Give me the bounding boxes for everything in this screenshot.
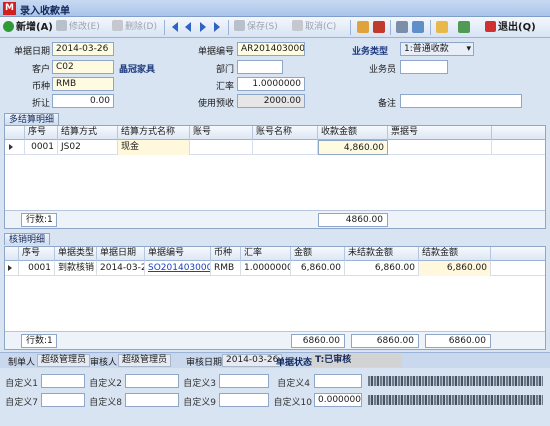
doc-no-field[interactable]: AR2014030003 bbox=[237, 42, 305, 56]
exit-icon bbox=[485, 21, 496, 32]
rate-field[interactable]: 1.0000000 bbox=[237, 77, 305, 91]
maker-label: 制单人 bbox=[8, 358, 36, 368]
window-title: 录入收款单 bbox=[20, 6, 70, 17]
help-icon[interactable] bbox=[458, 21, 470, 33]
edit-icon bbox=[56, 20, 67, 31]
custom9-field[interactable] bbox=[219, 393, 269, 407]
writeoff-total-unsettled: 6860.00 bbox=[351, 334, 419, 348]
writeoff-total-settled: 6860.00 bbox=[425, 334, 491, 348]
settle-row-count: 行数:1 bbox=[21, 213, 57, 227]
remark-label: 备注 bbox=[377, 99, 396, 109]
customer-label: 客户 bbox=[31, 65, 50, 75]
currency-label: 币种 bbox=[31, 82, 50, 92]
tab-writeoff[interactable]: 核销明细 bbox=[4, 233, 51, 245]
customer-name: 晶冠家具 bbox=[119, 65, 156, 75]
print-icon[interactable] bbox=[396, 21, 408, 33]
biz-type-select[interactable]: 1:普通收款 ▾ bbox=[400, 42, 474, 56]
folder-icon[interactable] bbox=[357, 21, 369, 33]
cancel-icon bbox=[292, 20, 303, 31]
source-doc-link[interactable]: SO2014030004 bbox=[148, 263, 210, 273]
row-pointer-icon bbox=[8, 265, 12, 271]
maker-value: 超级管理员 bbox=[37, 354, 91, 367]
chevron-down-icon: ▾ bbox=[466, 44, 471, 54]
discount-field[interactable]: 0.00 bbox=[52, 94, 114, 108]
prepay-field: 2000.00 bbox=[237, 94, 305, 108]
prev-icon[interactable] bbox=[185, 22, 191, 32]
writeoff-footer: 行数:1 6860.00 6860.00 6860.00 bbox=[5, 331, 545, 349]
next-icon[interactable] bbox=[200, 22, 206, 32]
dept-label: 部门 bbox=[215, 65, 234, 75]
writeoff-row-count: 行数:1 bbox=[21, 334, 57, 348]
table-row[interactable]: 0001 到款核销 2014-03-26 SO2014030004 RMB 1.… bbox=[5, 261, 545, 276]
doc-no-label: 单据编号 bbox=[197, 47, 234, 57]
dept-field[interactable] bbox=[237, 60, 283, 74]
writeoff-grid: 序号 单据类型 单据日期 单据编号 币种 汇率 金额 未结款金额 结款金额 00… bbox=[4, 246, 546, 350]
blurred-field bbox=[368, 395, 543, 405]
first-icon[interactable] bbox=[172, 22, 178, 32]
toolbar: 新增(A) 修改(E) 删除(D) 保存(S) 取消(C) 退出(Q) bbox=[0, 17, 550, 38]
rate-label: 汇率 bbox=[215, 82, 234, 92]
preview-icon[interactable] bbox=[412, 21, 424, 33]
custom1-field[interactable] bbox=[41, 374, 85, 388]
remark-field[interactable] bbox=[400, 94, 522, 108]
status-bar: 制单人 超级管理员 审核人 超级管理员 审核日期 2014-03-26 单据状态… bbox=[0, 352, 550, 368]
new-button[interactable]: 新增(A) bbox=[3, 20, 53, 35]
audit-date-value: 2014-03-26 bbox=[222, 354, 283, 367]
salesman-field[interactable] bbox=[400, 60, 448, 74]
row-pointer-icon bbox=[9, 144, 13, 150]
custom2-field[interactable] bbox=[125, 374, 179, 388]
settle-total: 4860.00 bbox=[318, 213, 388, 227]
report-icon[interactable] bbox=[373, 21, 385, 33]
delete-button[interactable]: 删除(D) bbox=[112, 20, 157, 35]
export-icon[interactable] bbox=[436, 21, 448, 33]
custom3-field[interactable] bbox=[219, 374, 269, 388]
amount-cell[interactable]: 4,860.00 bbox=[318, 140, 388, 155]
auditor-label: 审核人 bbox=[90, 358, 118, 368]
settled-amount-cell[interactable]: 6,860.00 bbox=[419, 261, 491, 276]
exit-button[interactable]: 退出(Q) bbox=[485, 20, 536, 35]
state-label: 单据状态 bbox=[276, 358, 313, 368]
discount-label: 折让 bbox=[31, 99, 50, 109]
prepay-label: 使用预收 bbox=[197, 99, 234, 109]
table-row[interactable]: 0001 JS02 现金 4,860.00 bbox=[5, 140, 545, 155]
customer-field[interactable]: C02 bbox=[52, 60, 114, 74]
audit-date-label: 审核日期 bbox=[186, 358, 223, 368]
custom8-field[interactable] bbox=[125, 393, 179, 407]
currency-field[interactable]: RMB bbox=[52, 77, 114, 91]
settle-footer: 行数:1 4860.00 bbox=[5, 210, 545, 228]
biz-type-label: 业务类型 bbox=[352, 47, 389, 57]
modify-button[interactable]: 修改(E) bbox=[56, 20, 100, 35]
title-bar: M 录入收款单 bbox=[0, 0, 550, 17]
add-icon bbox=[3, 21, 14, 32]
last-icon[interactable] bbox=[214, 22, 220, 32]
settle-grid: 序号 结算方式 结算方式名称 账号 账号名称 收款金额 票据号 0001 JS0… bbox=[4, 125, 546, 229]
delete-icon bbox=[112, 20, 123, 31]
doc-date-label: 单据日期 bbox=[13, 47, 50, 57]
tab-settle[interactable]: 多结算明细 bbox=[4, 113, 60, 125]
custom4-field[interactable] bbox=[314, 374, 362, 388]
custom7-field[interactable] bbox=[41, 393, 85, 407]
cancel-button[interactable]: 取消(C) bbox=[292, 20, 336, 35]
salesman-label: 业务员 bbox=[368, 65, 396, 75]
status-badge: T:已审核 bbox=[312, 354, 402, 367]
save-button[interactable]: 保存(S) bbox=[234, 20, 278, 35]
auditor-value: 超级管理员 bbox=[118, 354, 172, 367]
settle-grid-header: 序号 结算方式 结算方式名称 账号 账号名称 收款金额 票据号 bbox=[5, 126, 545, 140]
custom10-field[interactable]: 0.000000 bbox=[314, 393, 362, 407]
blurred-field bbox=[368, 376, 543, 386]
doc-date-field[interactable]: 2014-03-26 bbox=[52, 42, 114, 56]
writeoff-total-amount: 6860.00 bbox=[291, 334, 345, 348]
writeoff-grid-header: 序号 单据类型 单据日期 单据编号 币种 汇率 金额 未结款金额 结款金额 bbox=[5, 247, 545, 261]
save-icon bbox=[234, 20, 245, 31]
app-icon: M bbox=[3, 2, 16, 15]
